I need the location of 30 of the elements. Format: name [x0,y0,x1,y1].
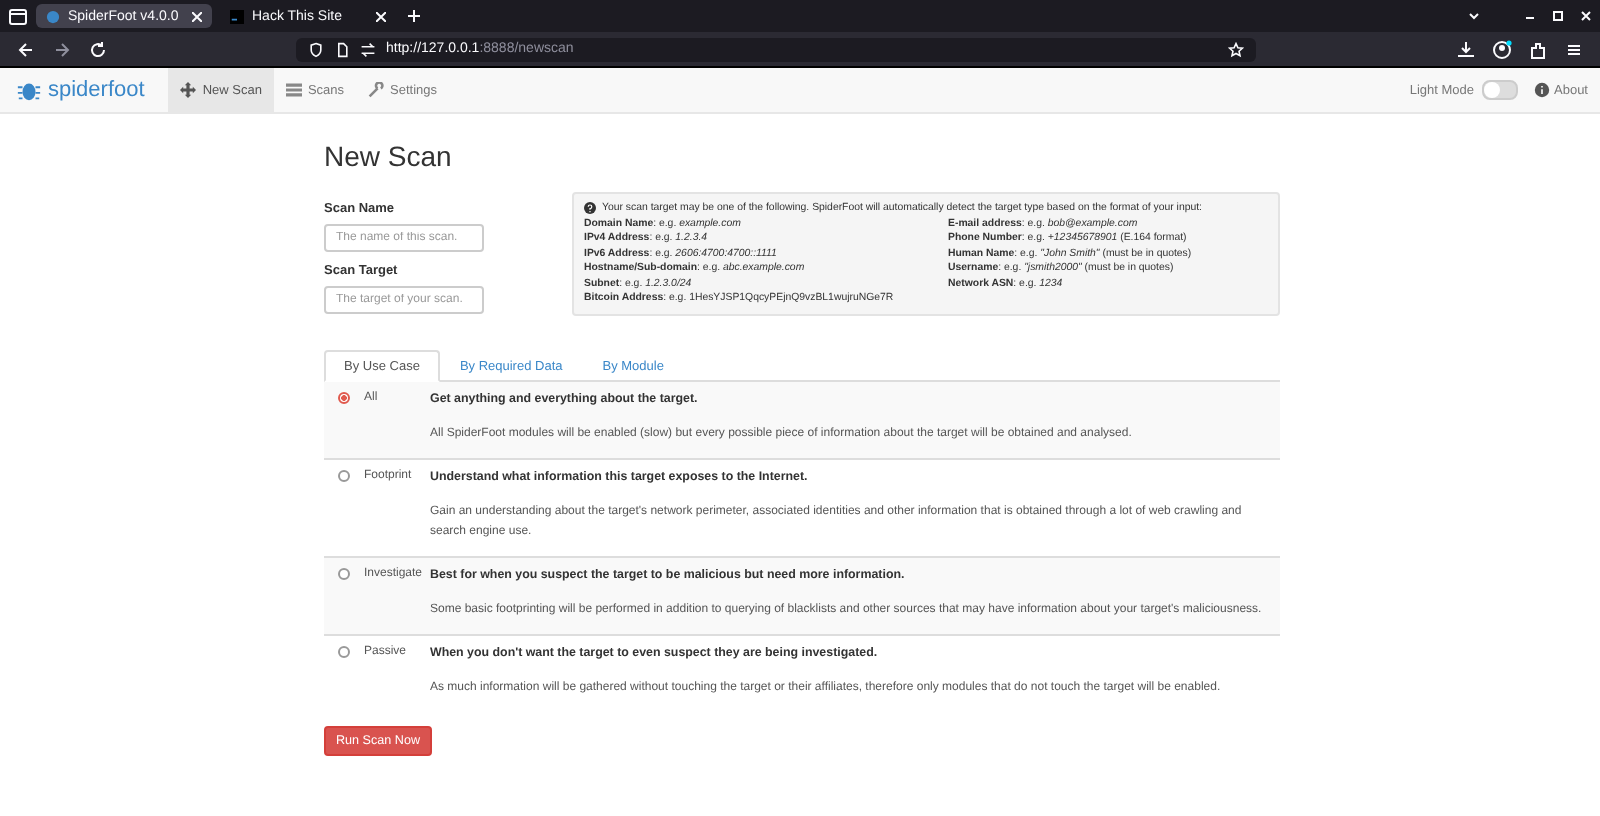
list-icon [285,82,302,98]
close-icon[interactable] [192,11,202,21]
close-icon[interactable] [376,11,386,21]
light-mode-toggle[interactable] [1482,80,1518,100]
plus-icon[interactable] [404,6,424,26]
extensions-icon[interactable] [1528,39,1548,59]
radio-button[interactable] [338,646,350,658]
radio-button[interactable] [338,392,350,404]
tab-list-icon[interactable] [8,6,28,26]
permissions-icon [360,41,376,57]
download-icon[interactable] [1456,39,1476,59]
shield-icon [308,41,324,57]
reload-icon[interactable] [88,39,108,59]
page-icon [334,41,350,57]
question-icon [584,202,596,214]
menu-icon[interactable] [1564,39,1584,59]
move-icon [180,82,197,98]
page-title: New Scan [324,140,454,172]
wrench-icon [368,82,385,98]
radio-button[interactable] [338,470,350,482]
brand-logo[interactable]: spiderfoot [48,78,145,102]
terminal-icon [230,9,244,23]
back-icon[interactable] [16,39,36,59]
radio-button[interactable] [338,568,350,580]
restore-icon[interactable] [1548,6,1568,26]
close-icon[interactable] [1576,6,1596,26]
info-icon [1534,82,1550,98]
forward-icon[interactable] [52,39,72,59]
star-icon[interactable] [1228,41,1244,57]
account-icon[interactable] [1492,39,1512,59]
